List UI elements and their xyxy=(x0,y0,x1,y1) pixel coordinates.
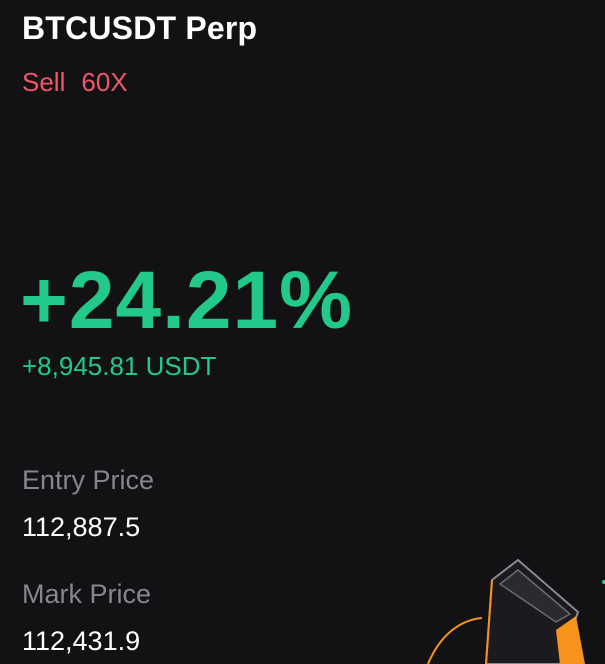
orange-arc-shape xyxy=(427,617,483,664)
pair-title: BTCUSDT Perp xyxy=(22,10,258,46)
pnl-amount: +8,945.81 USDT xyxy=(22,351,217,381)
leverage-label: 60X xyxy=(81,67,128,97)
pnl-percent: +24.21% xyxy=(20,255,353,346)
entry-price-value: 112,887.5 xyxy=(22,512,141,542)
crypto-cube-graphic-icon xyxy=(427,558,605,664)
pnl-share-card: BTCUSDT Perp Sell 60X +24.21% +8,945.81 U… xyxy=(0,0,605,664)
side-label: Sell xyxy=(22,67,66,97)
mark-price-label: Mark Price xyxy=(22,579,152,609)
mark-price-value: 112,431.9 xyxy=(22,626,141,656)
position-side-row: Sell 60X xyxy=(22,67,128,98)
entry-price-label: Entry Price xyxy=(22,465,155,495)
